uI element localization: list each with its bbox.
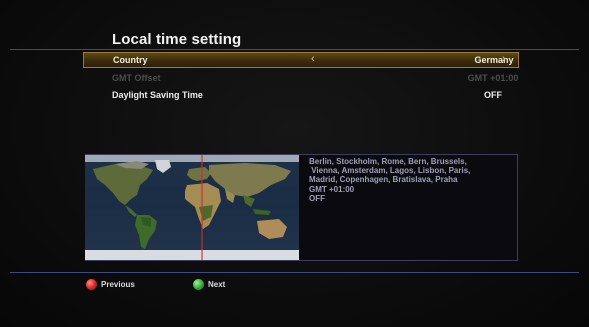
green-key-icon[interactable] [193, 279, 204, 290]
previous-button[interactable]: Previous [101, 280, 135, 289]
country-value: Germany [474, 55, 514, 65]
next-button[interactable]: Next [208, 280, 225, 289]
gmt-offset-label: GMT Offset [112, 73, 161, 83]
country-row[interactable]: Country ‹ Germany › [83, 52, 519, 68]
timezone-cities-line-1: Berlin, Stockholm, Rome, Bern, Brussels, [309, 157, 467, 166]
footer-divider [10, 272, 579, 273]
chevron-right-icon[interactable]: › [502, 53, 506, 65]
gmt-offset-row: GMT Offset GMT +01:00 [83, 71, 519, 86]
daylight-saving-row[interactable]: Daylight Saving Time OFF [83, 88, 519, 103]
world-map [85, 155, 299, 260]
red-key-icon[interactable] [86, 279, 97, 290]
daylight-saving-value: OFF [484, 90, 502, 100]
chevron-left-icon[interactable]: ‹ [311, 53, 315, 65]
gmt-offset-value: GMT +01:00 [467, 73, 519, 83]
timezone-offset-line: GMT +01:00 [309, 184, 355, 194]
timezone-dst-line: OFF [309, 193, 325, 203]
footer-bar: Previous Next [0, 275, 589, 295]
daylight-saving-label: Daylight Saving Time [112, 90, 203, 100]
page-title: Local time setting [112, 31, 242, 48]
country-label: Country [113, 55, 148, 65]
timezone-cities-line-3: Madrid, Copenhagen, Bratislava, Praha [309, 175, 458, 185]
timezone-info-text: Berlin, Stockholm, Rome, Bern, Brussels,… [309, 157, 514, 203]
header-divider [10, 49, 579, 50]
timezone-cities-line-2: Vienna, Amsterdam, Lagos, Lisbon, Paris, [309, 166, 471, 176]
